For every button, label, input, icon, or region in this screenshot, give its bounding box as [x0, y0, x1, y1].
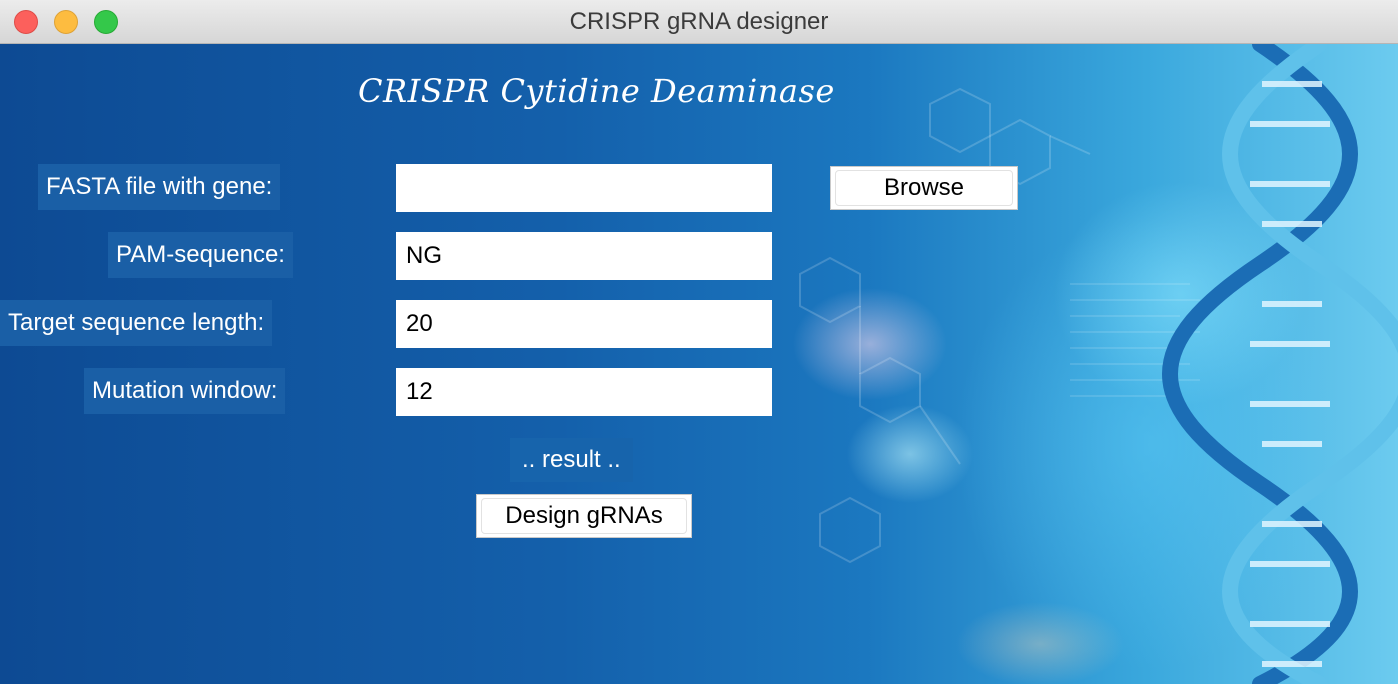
design-grnas-button-label: Design gRNAs	[481, 498, 687, 534]
pam-sequence-input[interactable]	[396, 232, 772, 280]
target-length-label: Target sequence length:	[0, 300, 273, 346]
pam-sequence-label: PAM-sequence:	[108, 232, 293, 278]
browse-button-label: Browse	[835, 170, 1013, 206]
title-bar: CRISPR gRNA designer	[0, 0, 1398, 44]
fasta-file-label: FASTA file with gene:	[38, 164, 281, 210]
window-title: CRISPR gRNA designer	[569, 8, 829, 35]
design-grnas-button[interactable]: Design gRNAs	[476, 494, 692, 538]
mutation-window-label: Mutation window:	[84, 368, 286, 414]
dna-background-illustration	[799, 44, 1398, 684]
browse-button[interactable]: Browse	[830, 166, 1018, 210]
result-status-text: .. result ..	[510, 438, 633, 482]
app-heading: CRISPR Cytidine Deaminase	[358, 72, 835, 110]
mutation-window-input[interactable]	[396, 368, 772, 416]
fasta-file-input[interactable]	[396, 164, 772, 212]
app-window: CRISPR gRNA designer CRISPR Cytidine Dea…	[0, 0, 1398, 684]
main-panel: CRISPR Cytidine Deaminase FASTA file wit…	[0, 44, 1398, 684]
target-length-input[interactable]	[396, 300, 772, 348]
